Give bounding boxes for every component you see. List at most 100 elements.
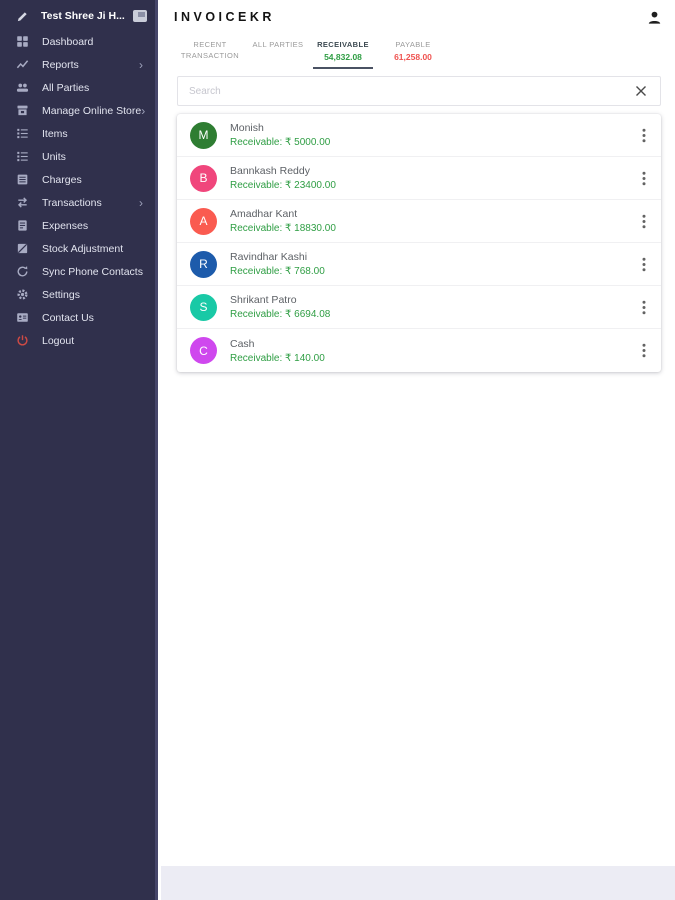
receipt-icon	[15, 219, 29, 233]
list-icon	[15, 127, 29, 141]
sidebar-item-transactions[interactable]: Transactions ›	[0, 191, 155, 214]
party-row[interactable]: A Amadhar Kant Receivable: ₹ 18830.00	[177, 200, 661, 244]
party-receivable: Receivable: ₹ 140.00	[230, 352, 325, 364]
sidebar-item-logout[interactable]: Logout	[0, 329, 155, 352]
dashboard-icon	[15, 35, 29, 49]
tab-payable[interactable]: PAYABLE 61,258.00	[379, 34, 447, 69]
sidebar-item-label: Dashboard	[42, 35, 94, 48]
party-receivable: Receivable: ₹ 6694.08	[230, 309, 331, 321]
business-header[interactable]: Test Shree Ji H...	[0, 0, 155, 30]
party-row[interactable]: S Shrikant Patro Receivable: ₹ 6694.08	[177, 286, 661, 330]
clear-search-icon[interactable]	[633, 83, 649, 99]
app-bar: INVOICEKR	[161, 0, 675, 34]
party-name: Ravindhar Kashi	[230, 251, 308, 264]
sidebar-item-settings[interactable]: Settings	[0, 283, 155, 306]
sync-icon	[15, 265, 29, 279]
party-receivable: Receivable: ₹ 5000.00	[230, 137, 331, 149]
chevron-right-icon: ›	[139, 57, 143, 72]
tab-recent-transaction[interactable]: RECENT TRANSACTION	[171, 34, 249, 69]
sidebar-item-charges[interactable]: Charges	[0, 168, 155, 191]
sidebar-item-sync-phone-contacts[interactable]: Sync Phone Contacts	[0, 260, 155, 283]
sidebar-item-label: Settings	[42, 288, 80, 301]
people-icon	[15, 81, 29, 95]
sidebar-item-label: Charges	[42, 173, 82, 186]
sidebar-item-items[interactable]: Items	[0, 122, 155, 145]
account-icon[interactable]	[647, 10, 662, 25]
chevron-right-icon: ›	[139, 195, 143, 210]
sidebar-item-all-parties[interactable]: All Parties	[0, 76, 155, 99]
sidebar-item-label: All Parties	[42, 81, 90, 94]
contact-card-icon	[15, 311, 29, 325]
sidebar-item-label: Units	[42, 150, 66, 163]
search-input[interactable]	[189, 85, 633, 97]
party-receivable: Receivable: ₹ 18830.00	[230, 223, 336, 235]
sidebar-item-reports[interactable]: Reports ›	[0, 53, 155, 76]
avatar: M	[190, 121, 217, 149]
sidebar-item-units[interactable]: Units	[0, 145, 155, 168]
avatar: S	[190, 293, 217, 321]
tab-receivable[interactable]: RECEIVABLE 54,832.08	[307, 34, 379, 70]
avatar: C	[190, 337, 217, 365]
party-name: Bannkash Reddy	[230, 165, 310, 178]
power-icon	[15, 334, 29, 348]
party-row[interactable]: R Ravindhar Kashi Receivable: ₹ 768.00	[177, 243, 661, 287]
party-name: Monish	[230, 122, 264, 135]
avatar: B	[190, 164, 217, 192]
switch-business-icon[interactable]	[133, 10, 147, 22]
sidebar: Test Shree Ji H... Dashboard Reports › A…	[0, 0, 158, 900]
sidebar-item-contact-us[interactable]: Contact Us	[0, 306, 155, 329]
store-icon	[15, 104, 29, 118]
kebab-menu-icon[interactable]	[640, 167, 648, 190]
avatar: A	[190, 207, 217, 235]
tab-bar: RECENT TRANSACTION ALL PARTIES RECEIVABL…	[161, 34, 675, 70]
gear-icon	[15, 288, 29, 302]
tab-label: ALL PARTIES	[252, 40, 304, 49]
tab-all-parties[interactable]: ALL PARTIES	[249, 34, 307, 69]
tab-label: RECENT TRANSACTION	[180, 40, 240, 61]
sidebar-item-label: Reports	[42, 58, 79, 71]
sidebar-item-stock-adjustment[interactable]: Stock Adjustment	[0, 237, 155, 260]
sidebar-item-label: Manage Online Store	[42, 104, 142, 117]
business-name: Test Shree Ji H...	[41, 10, 125, 22]
party-row[interactable]: M Monish Receivable: ₹ 5000.00	[177, 114, 661, 158]
party-receivable: Receivable: ₹ 23400.00	[230, 180, 336, 192]
swap-arrows-icon	[15, 196, 29, 210]
party-row[interactable]: B Bannkash Reddy Receivable: ₹ 23400.00	[177, 157, 661, 201]
app-title: INVOICEKR	[174, 10, 275, 24]
bottom-bar	[161, 866, 675, 900]
party-row[interactable]: C Cash Receivable: ₹ 140.00	[177, 329, 661, 372]
sidebar-item-label: Stock Adjustment	[42, 242, 124, 255]
chevron-right-icon: ›	[141, 103, 146, 118]
kebab-menu-icon[interactable]	[640, 253, 648, 276]
kebab-menu-icon[interactable]	[640, 296, 648, 319]
edit-icon	[15, 9, 29, 23]
list-box-icon	[15, 173, 29, 187]
party-receivable: Receivable: ₹ 768.00	[230, 266, 325, 278]
payable-total: 61,258.00	[394, 52, 432, 63]
sidebar-item-dashboard[interactable]: Dashboard	[0, 30, 155, 53]
reports-icon	[15, 58, 29, 72]
sidebar-item-label: Expenses	[42, 219, 89, 232]
sidebar-item-manage-online-store[interactable]: Manage Online Store ›	[0, 99, 155, 122]
tab-label: RECEIVABLE	[317, 40, 369, 49]
search-box	[177, 76, 661, 107]
avatar: R	[190, 250, 217, 278]
sidebar-item-label: Transactions	[42, 196, 102, 209]
party-name: Amadhar Kant	[230, 208, 298, 221]
sidebar-item-label: Contact Us	[42, 311, 94, 324]
tab-label: PAYABLE	[395, 40, 431, 49]
sidebar-item-expenses[interactable]: Expenses	[0, 214, 155, 237]
adjust-icon	[15, 242, 29, 256]
party-list: M Monish Receivable: ₹ 5000.00 B Bannkas…	[177, 114, 661, 373]
list-icon	[15, 150, 29, 164]
main-area: INVOICEKR RECENT TRANSACTION ALL PARTIES…	[161, 0, 675, 900]
receivable-total: 54,832.08	[324, 52, 362, 63]
kebab-menu-icon[interactable]	[640, 339, 648, 362]
sidebar-item-label: Items	[42, 127, 68, 140]
party-name: Shrikant Patro	[230, 294, 297, 307]
sidebar-item-label: Logout	[42, 334, 75, 347]
kebab-menu-icon[interactable]	[640, 210, 648, 233]
kebab-menu-icon[interactable]	[640, 124, 648, 147]
sidebar-item-label: Sync Phone Contacts	[42, 265, 143, 278]
party-name: Cash	[230, 337, 255, 350]
